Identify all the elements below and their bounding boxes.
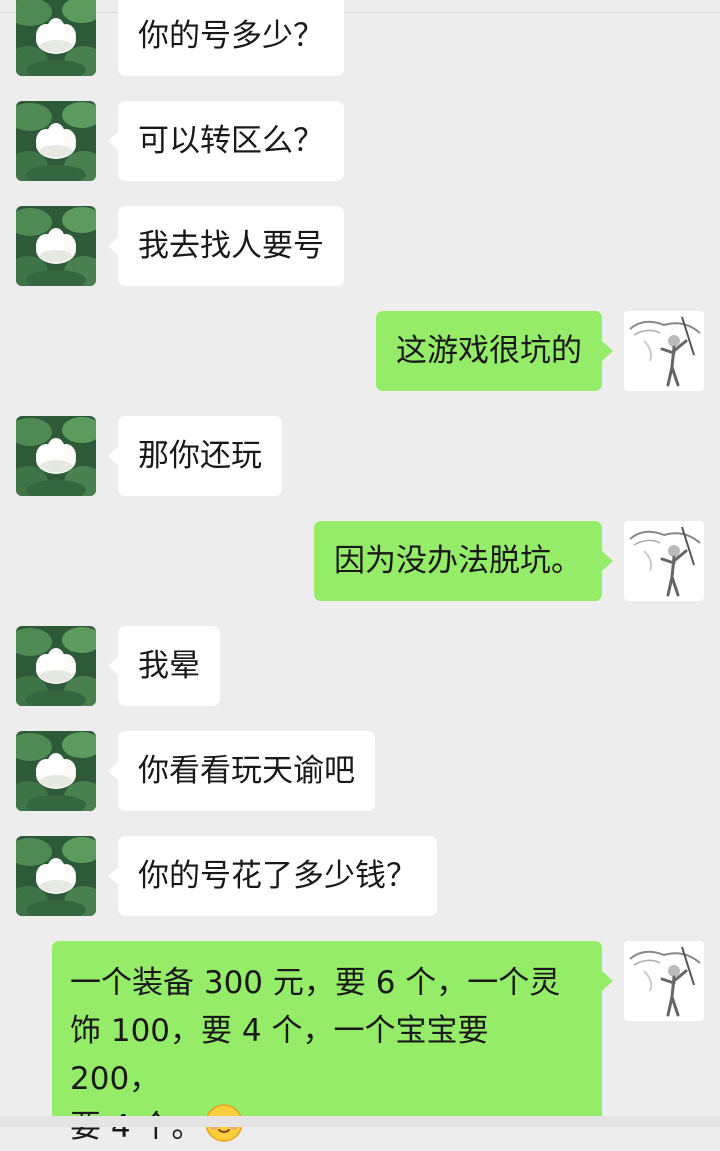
message-text: 这游戏很坑的 <box>396 333 582 369</box>
outgoing-message-bubble[interactable]: 这游戏很坑的 <box>376 311 602 391</box>
lotus-avatar[interactable] <box>16 101 96 181</box>
incoming-message-bubble[interactable]: 那你还玩 <box>118 416 282 496</box>
sketch-avatar[interactable] <box>624 941 704 1021</box>
incoming-message-bubble[interactable]: 我晕 <box>118 626 220 706</box>
message-text: 因为没办法脱坑。 <box>334 543 582 579</box>
message-text: 那你还玩 <box>138 438 262 474</box>
lotus-avatar[interactable] <box>16 731 96 811</box>
bubble-tail <box>602 341 613 361</box>
outgoing-message-bubble[interactable]: 因为没办法脱坑。 <box>314 521 602 601</box>
message-text-line: 一个装备 300 元，要 6 个，一个灵 <box>70 965 561 1001</box>
incoming-message-bubble[interactable]: 你的号花了多少钱？ <box>118 836 437 916</box>
lotus-avatar[interactable] <box>16 416 96 496</box>
chat-bottom-edge <box>0 1116 720 1127</box>
message-text: 我晕 <box>138 648 200 684</box>
incoming-message-bubble[interactable]: 你的号多少？ <box>118 0 344 76</box>
incoming-message-bubble[interactable]: 你看看玩天谕吧 <box>118 731 375 811</box>
message-text-line: 要 4 个。 <box>70 1103 584 1151</box>
incoming-message-bubble[interactable]: 可以转区么？ <box>118 101 344 181</box>
lotus-avatar[interactable] <box>16 626 96 706</box>
message-text: 我去找人要号 <box>138 228 324 264</box>
message-text-line: 饰 100，要 4 个，一个宝宝要 200， <box>70 1013 489 1097</box>
message-text: 你的号花了多少钱？ <box>138 858 417 894</box>
chat-top-edge <box>0 0 720 13</box>
incoming-message-bubble[interactable]: 我去找人要号 <box>118 206 344 286</box>
lotus-avatar[interactable] <box>16 836 96 916</box>
message-text: 要 4 个。 <box>70 1109 203 1145</box>
lotus-avatar[interactable] <box>16 206 96 286</box>
message-text: 可以转区么？ <box>138 123 324 159</box>
bubble-tail <box>602 551 613 571</box>
outgoing-message-bubble[interactable]: 一个装备 300 元，要 6 个，一个灵 饰 100，要 4 个，一个宝宝要 2… <box>52 941 602 1145</box>
lotus-avatar[interactable] <box>16 0 96 76</box>
message-text: 你看看玩天谕吧 <box>138 753 355 789</box>
sketch-avatar[interactable] <box>624 311 704 391</box>
message-text: 你的号多少？ <box>138 18 324 54</box>
sketch-avatar[interactable] <box>624 521 704 601</box>
bubble-tail <box>602 971 613 991</box>
